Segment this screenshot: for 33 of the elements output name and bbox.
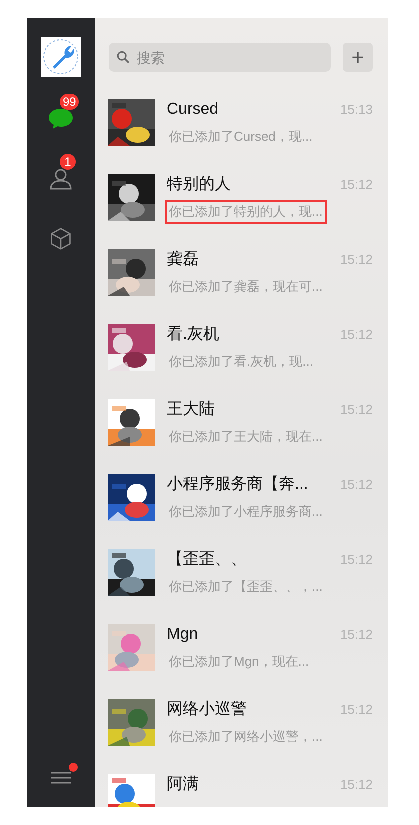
contact-name: 龚磊 — [167, 250, 199, 270]
contact-name: 小程序服务商【奔... — [167, 474, 308, 495]
cube-icon[interactable] — [48, 227, 74, 251]
person-icon[interactable] — [48, 167, 74, 191]
contact-name: 网络小巡警 — [167, 700, 247, 720]
contact-name: Cursed — [167, 100, 219, 120]
add-button[interactable]: + — [343, 43, 373, 72]
message-preview: 你已添加了看.灰机，现... — [168, 353, 314, 371]
contact-name: 看.灰机 — [167, 324, 220, 345]
unread-badge: 99 — [60, 94, 80, 110]
contact-name: 特别的人 — [167, 175, 231, 195]
message-preview: 你已添加了Cursed，现... — [168, 128, 314, 146]
contact-name: 【歪歪、、 — [167, 550, 247, 570]
unread-badge: 1 — [60, 154, 76, 170]
message-time: 15:12 — [340, 702, 373, 717]
message-preview: 你已添加了小程序服务商... — [168, 503, 324, 521]
contact-name: Mgn — [167, 625, 198, 645]
search-field[interactable]: 搜索 — [109, 43, 331, 72]
message-preview: 你已添加了Mgn，现在... — [168, 653, 310, 671]
message-time: 15:12 — [340, 777, 373, 792]
chat-bubble-icon[interactable] — [48, 107, 74, 131]
message-preview: 你已添加了网络小巡警，... — [168, 728, 324, 746]
message-time: 15:12 — [340, 252, 373, 267]
user-avatar-icon[interactable] — [41, 37, 81, 77]
contact-name: 阿满 — [167, 774, 199, 795]
message-preview: 你已添加了王大陆，现在... — [168, 428, 324, 446]
message-preview: 你已添加了特别的人，现... — [165, 200, 327, 224]
message-time: 15:12 — [340, 177, 373, 192]
message-preview: 你已添加了【歪歪、、，... — [168, 578, 324, 596]
contact-name: 王大陆 — [167, 400, 215, 420]
menu-icon[interactable] — [50, 771, 72, 785]
message-preview: 你已添加了龚磊，现在可... — [168, 278, 324, 296]
message-time: 15:13 — [340, 102, 373, 117]
